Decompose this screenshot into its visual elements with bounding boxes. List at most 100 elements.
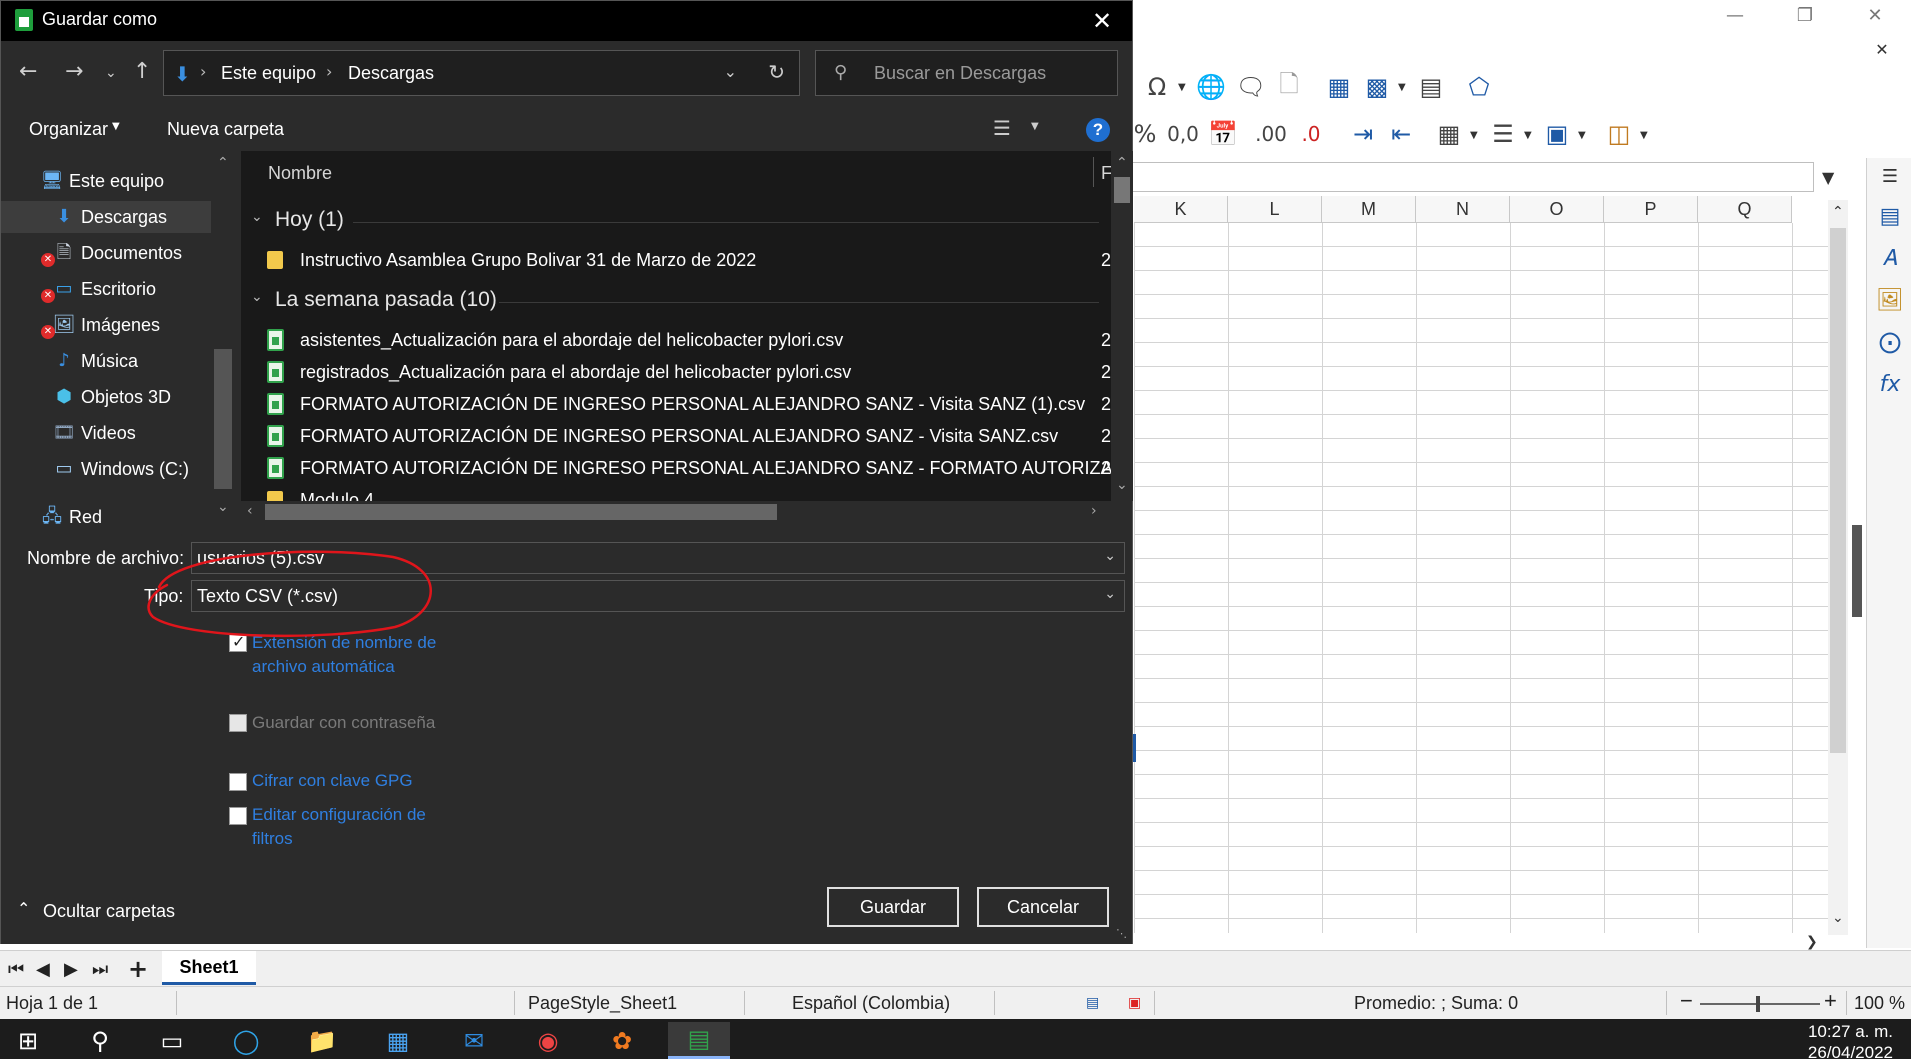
column-header[interactable]: P xyxy=(1604,196,1698,223)
collapse-group-icon[interactable]: ⌄ xyxy=(251,289,263,305)
close-icon[interactable]: ✕ xyxy=(1082,5,1122,37)
nav-item-musica[interactable]: ♪ Música xyxy=(1,345,211,377)
file-list[interactable]: Nombre F ⌄ Hoy (1) Instructivo Asamblea … xyxy=(241,151,1145,501)
hyperlink-icon[interactable]: 🌐 xyxy=(1194,70,1228,104)
column-header[interactable]: O xyxy=(1510,196,1604,223)
chevron-down-icon[interactable]: ▼ xyxy=(1470,130,1478,141)
file-row[interactable]: Instructivo Asamblea Grupo Bolivar 31 de… xyxy=(267,245,1111,275)
properties-icon[interactable]: ▤ xyxy=(1875,202,1905,232)
scroll-right-icon[interactable]: › xyxy=(1091,503,1097,519)
file-row[interactable]: FORMATO AUTORIZACIÓN DE INGRESO PERSONAL… xyxy=(267,421,1111,451)
file-row[interactable]: FORMATO AUTORIZACIÓN DE INGRESO PERSONAL… xyxy=(267,453,1145,483)
scroll-down-icon[interactable]: ⌄ xyxy=(1832,910,1844,926)
gpg-encrypt-label[interactable]: Cifrar con clave GPG xyxy=(252,769,452,793)
chevron-down-icon[interactable]: ▼ xyxy=(1178,82,1186,93)
file-row[interactable]: registrados_Actualización para el aborda… xyxy=(267,357,1111,387)
chevron-down-icon[interactable]: ▼ xyxy=(1640,130,1648,141)
scroll-up-icon[interactable]: ⌃ xyxy=(217,155,229,171)
help-icon[interactable]: ? xyxy=(1086,118,1110,142)
freeze-rows-icon[interactable]: ▤ xyxy=(1414,70,1448,104)
formula-input[interactable] xyxy=(1132,162,1814,192)
column-header[interactable]: M xyxy=(1322,196,1416,223)
scroll-thumb[interactable] xyxy=(1114,177,1130,203)
filter-settings-label[interactable]: Editar configuración de filtros xyxy=(252,803,452,851)
first-sheet-icon[interactable]: ⏮ xyxy=(8,959,24,980)
menu-icon[interactable]: ☰ xyxy=(1875,162,1905,192)
password-checkbox[interactable] xyxy=(229,714,247,732)
zoom-level[interactable]: 100 % xyxy=(1854,993,1905,1014)
save-button[interactable]: Guardar xyxy=(827,887,959,927)
store-icon[interactable]: ▦ xyxy=(374,1022,422,1059)
file-row[interactable]: asistentes_Actualización para el abordaj… xyxy=(267,325,1111,355)
scroll-up-icon[interactable]: ⌃ xyxy=(1116,155,1128,171)
file-list-vertical-scrollbar[interactable]: ⌃ ⌄ xyxy=(1111,151,1133,501)
chart-icon[interactable]: ▩ xyxy=(1360,70,1394,104)
chrome-icon[interactable]: ◉ xyxy=(524,1022,572,1059)
column-header[interactable]: L xyxy=(1228,196,1322,223)
scroll-right-icon[interactable]: ❯ xyxy=(1806,934,1818,950)
chevron-up-icon[interactable]: ⌃ xyxy=(17,899,30,918)
sidebar-collapse-handle[interactable] xyxy=(1852,525,1862,617)
pivot-table-icon[interactable]: ▦ xyxy=(1322,70,1356,104)
filter-settings-checkbox[interactable] xyxy=(229,807,247,825)
expand-formula-icon[interactable]: ▼ xyxy=(1822,168,1834,187)
chevron-down-icon[interactable]: ⌄ xyxy=(1104,548,1116,564)
address-bar[interactable]: ⬇ › Este equipo › Descargas ⌄ ↻ xyxy=(163,50,800,96)
file-list-horizontal-scrollbar[interactable]: ‹ › xyxy=(241,501,1111,523)
scroll-left-icon[interactable]: ‹ xyxy=(247,503,253,519)
zoom-in-icon[interactable]: + xyxy=(1824,988,1837,1014)
column-header[interactable]: K xyxy=(1134,196,1228,223)
minimize-icon[interactable]: — xyxy=(1700,0,1770,30)
refresh-icon[interactable]: ↻ xyxy=(768,60,785,84)
document-modified-icon[interactable]: ▣ xyxy=(1128,995,1141,1011)
forward-arrow-icon[interactable]: → xyxy=(65,59,83,84)
search-box[interactable]: ⚲ xyxy=(815,50,1118,96)
zoom-slider-thumb[interactable] xyxy=(1756,996,1760,1012)
system-clock[interactable]: 10:27 a. m. 26/04/2022 xyxy=(1808,1021,1893,1059)
comment-icon[interactable]: 🗨 xyxy=(1234,70,1268,104)
search-input[interactable] xyxy=(874,59,1104,87)
vertical-scrollbar[interactable]: ⌃ ⌄ xyxy=(1828,200,1848,935)
border-style-icon[interactable]: ☰ xyxy=(1486,117,1520,151)
chevron-down-icon[interactable]: ▼ xyxy=(1031,121,1039,132)
chevron-down-icon[interactable]: ▼ xyxy=(1398,82,1406,93)
decrease-indent-icon[interactable]: ⇤ xyxy=(1384,117,1418,151)
selection-mode-icon[interactable]: ▤ xyxy=(1086,995,1099,1011)
chevron-down-icon[interactable]: ⌄ xyxy=(1104,586,1116,602)
group-header[interactable]: La semana pasada (10) xyxy=(275,288,497,312)
scroll-down-icon[interactable]: ⌄ xyxy=(217,499,229,515)
windows-start-icon[interactable]: ⊞ xyxy=(4,1022,52,1059)
nav-item-escritorio[interactable]: ▭ ✕ Escritorio xyxy=(1,273,211,305)
date-format-icon[interactable]: 📅 xyxy=(1206,117,1240,151)
scroll-down-icon[interactable]: ⌄ xyxy=(1116,477,1128,493)
conditional-format-icon[interactable]: ◫ xyxy=(1602,117,1636,151)
header-footer-icon[interactable]: 🗋 xyxy=(1272,70,1306,104)
scroll-up-icon[interactable]: ⌃ xyxy=(1832,204,1844,220)
cell-grid[interactable] xyxy=(1134,223,1830,933)
column-header[interactable]: N xyxy=(1416,196,1510,223)
navigator-icon[interactable]: ⨀ xyxy=(1875,328,1905,358)
gpg-encrypt-checkbox[interactable] xyxy=(229,773,247,791)
nav-item-este-equipo[interactable]: 🖥 Este equipo xyxy=(1,165,211,197)
organize-button[interactable]: Organizar xyxy=(29,119,108,140)
scroll-thumb[interactable] xyxy=(1830,228,1846,753)
close-window-icon[interactable]: ✕ xyxy=(1840,0,1910,30)
language-indicator[interactable]: Español (Colombia) xyxy=(792,993,950,1014)
new-folder-button[interactable]: Nueva carpeta xyxy=(167,119,284,140)
previous-sheet-icon[interactable]: ◀ xyxy=(36,959,50,980)
libreoffice-calc-icon[interactable]: ▤ xyxy=(668,1022,730,1059)
dialog-titlebar[interactable]: Guardar como ✕ xyxy=(1,1,1132,41)
scroll-thumb[interactable] xyxy=(265,504,777,520)
resize-grip-icon[interactable]: ⋱ xyxy=(1116,927,1130,941)
chevron-right-icon[interactable]: › xyxy=(200,62,206,81)
next-sheet-icon[interactable]: ▶ xyxy=(64,959,78,980)
recent-locations-chevron-icon[interactable]: ⌄ xyxy=(105,65,117,81)
special-character-icon[interactable]: Ω xyxy=(1140,70,1174,104)
file-row[interactable]: Modulo 4 xyxy=(267,485,1107,501)
number-format-icon[interactable]: 0,0 xyxy=(1166,117,1200,151)
nav-item-imagenes[interactable]: 🖼 ✕ Imágenes xyxy=(1,309,211,341)
breadcrumb-root[interactable]: Este equipo xyxy=(221,63,316,84)
column-divider[interactable] xyxy=(1093,157,1094,187)
chevron-down-icon[interactable]: ▼ xyxy=(1578,130,1586,141)
navigation-scrollbar[interactable]: ⌃ ⌄ xyxy=(212,151,234,524)
